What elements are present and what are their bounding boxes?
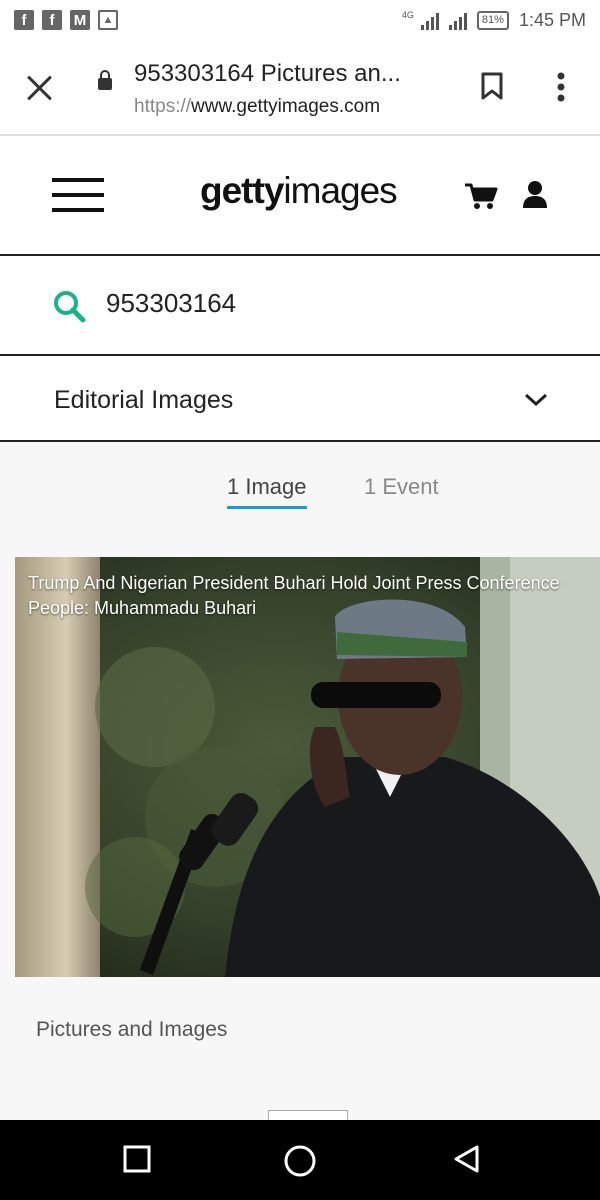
url-host: www.gettyimages.com <box>191 96 381 117</box>
close-icon[interactable] <box>26 74 54 102</box>
network-type: 4G <box>401 9 414 20</box>
search-icon[interactable] <box>52 289 86 328</box>
battery-indicator: 81% <box>476 11 509 30</box>
search-input[interactable] <box>106 288 566 319</box>
back-icon[interactable] <box>452 1144 482 1179</box>
gallery-icon: ▲ <box>98 10 118 30</box>
recent-apps-icon[interactable] <box>122 1144 152 1179</box>
clock: 1:45 PM <box>518 10 586 30</box>
tab-events[interactable]: 1 Event <box>364 474 439 506</box>
dropdown-selected-value: Editorial Images <box>54 386 234 414</box>
bookmark-icon[interactable] <box>480 72 503 100</box>
result-title: Trump And Nigerian President Buhari Hold… <box>28 573 560 593</box>
page-url[interactable]: https://www.gettyimages.com <box>134 96 380 118</box>
signal-icon <box>448 12 467 30</box>
more-vertical-icon[interactable] <box>556 72 566 102</box>
chevron-down-icon <box>524 392 548 413</box>
browser-toolbar: 953303164 Pictures an... https://www.get… <box>0 44 600 136</box>
search-bar <box>0 256 600 356</box>
facebook-icon: f <box>42 10 62 30</box>
status-bar: f f M ▲ 4G 81% 1:45 PM <box>0 0 600 44</box>
facebook-icon: f <box>14 10 34 30</box>
site-header: gettyimages <box>0 136 600 256</box>
logo-bold: getty <box>200 170 284 211</box>
user-icon[interactable] <box>522 180 548 213</box>
tab-images[interactable]: 1 Image <box>227 474 307 509</box>
result-image-card[interactable]: Trump And Nigerian President Buhari Hold… <box>15 557 600 977</box>
home-icon[interactable] <box>283 1144 317 1183</box>
site-logo[interactable]: gettyimages <box>200 170 398 212</box>
gmail-icon: M <box>70 10 90 30</box>
cart-icon[interactable] <box>464 182 498 215</box>
image-type-dropdown[interactable]: Editorial Images <box>0 356 600 442</box>
section-heading: Pictures and Images <box>36 1018 228 1041</box>
lock-icon[interactable] <box>98 70 112 90</box>
result-tabs: 1 Image 1 Event <box>0 474 600 514</box>
signal-icon <box>420 12 439 30</box>
system-navigation-bar <box>0 1120 600 1200</box>
logo-light: images <box>283 170 397 211</box>
result-photo <box>15 557 600 977</box>
page-title[interactable]: 953303164 Pictures an... <box>134 60 401 88</box>
result-people: People: Muhammadu Buhari <box>28 598 257 618</box>
url-scheme: https:// <box>134 96 192 117</box>
menu-icon[interactable] <box>52 178 104 212</box>
